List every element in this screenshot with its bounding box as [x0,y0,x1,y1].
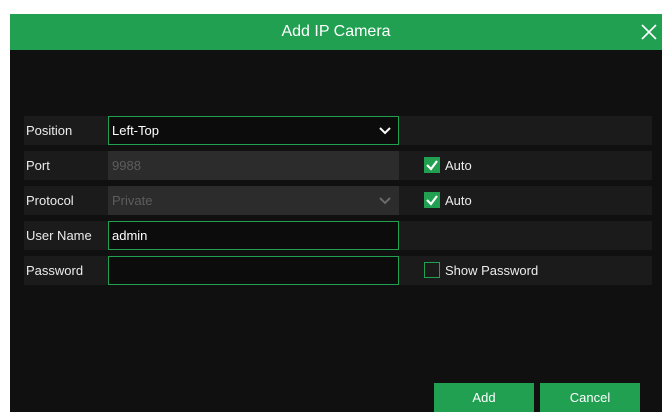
password-label: Password [26,263,84,278]
password-input[interactable] [108,256,399,285]
position-label: Position [26,123,73,138]
port-auto-label: Auto [445,158,472,173]
protocol-dropdown[interactable]: Private [108,186,399,215]
username-input[interactable]: admin [108,221,399,250]
port-placeholder: 9988 [112,158,141,173]
add-ip-camera-dialog: Add IP Camera Position Left-Top Port 998… [10,14,662,412]
username-label: User Name [26,228,92,243]
username-row: User Name admin [24,221,652,250]
port-row: Port 9988 Auto [24,151,652,180]
protocol-auto-label: Auto [445,193,472,208]
position-row: Position Left-Top [24,116,652,145]
show-password-label: Show Password [445,263,539,278]
password-row: Password Show Password [24,256,652,285]
protocol-value: Private [112,193,153,208]
cancel-button[interactable]: Cancel [540,383,640,412]
checkbox-checked-icon [424,157,440,173]
protocol-row: Protocol Private Auto [24,186,652,215]
username-value: admin [112,228,148,243]
close-icon [641,24,657,40]
chevron-down-icon [374,117,398,144]
dialog-titlebar: Add IP Camera [10,14,662,50]
close-button[interactable] [638,21,660,43]
port-label: Port [26,158,50,173]
protocol-label: Protocol [26,193,74,208]
checkbox-unchecked-icon [424,262,440,278]
port-input[interactable]: 9988 [108,151,399,180]
add-button[interactable]: Add [434,383,534,412]
checkbox-checked-icon [424,192,440,208]
position-dropdown[interactable]: Left-Top [108,116,399,145]
position-value: Left-Top [112,123,159,138]
chevron-down-icon [374,187,398,214]
dialog-title: Add IP Camera [281,23,391,40]
